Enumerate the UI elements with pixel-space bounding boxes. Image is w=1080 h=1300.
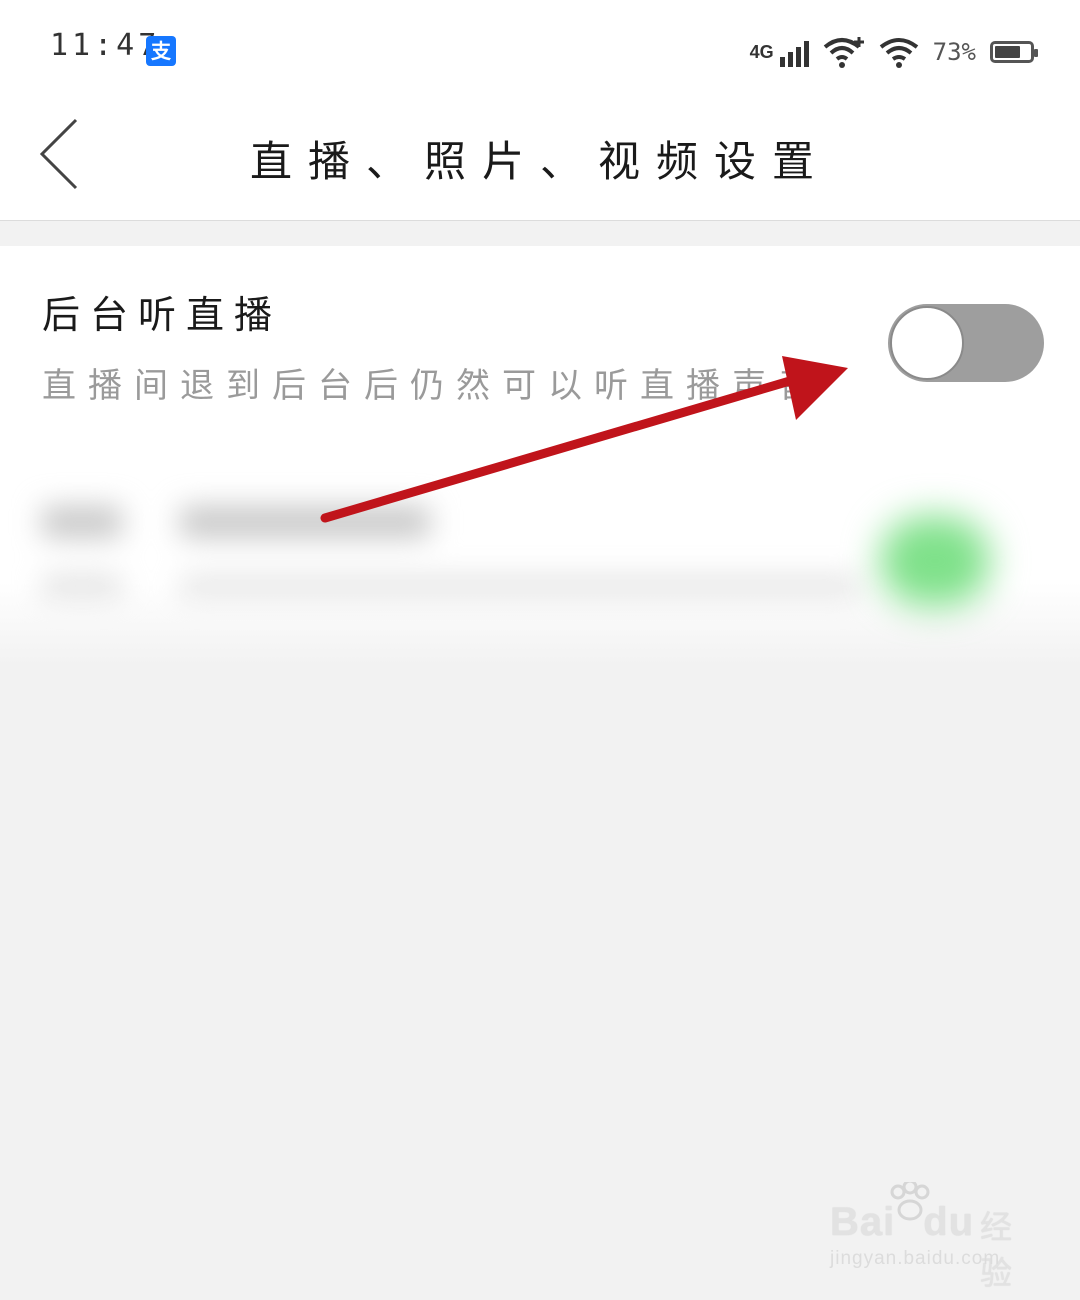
status-icons: 4G 73%: [749, 30, 1038, 74]
blurred-label-short: [42, 506, 122, 538]
baidu-jingyan-watermark: Bai du 经验 jingyan.baidu.com: [830, 1182, 1030, 1292]
page-title: 直播、照片、视频设置: [249, 137, 830, 186]
setting-row-background-listen: 后台听直播 直播间退到后台后仍然可以听直播声音: [0, 246, 1080, 426]
setting-description: 直播间退到后台后仍然可以听直播声音: [42, 366, 824, 406]
status-bar: 11:47 支 4G 73%: [0, 0, 1080, 100]
blurred-desc-long: [180, 576, 860, 596]
battery-icon: [990, 41, 1038, 63]
alipay-icon: 支: [146, 36, 176, 66]
blurred-desc-short: [42, 576, 122, 596]
wifi-plus-icon: [823, 37, 864, 68]
wifi-icon: [879, 38, 918, 68]
blurred-enabled-toggle[interactable]: [880, 516, 990, 606]
watermark-url: jingyan.baidu.com: [830, 1248, 1001, 1269]
network-type-label: 4G: [749, 41, 774, 62]
signal-icon: [779, 37, 809, 67]
toggle-knob: [890, 306, 964, 380]
setting-title: 后台听直播: [42, 293, 283, 337]
top-navigation-bar: 直播、照片、视频设置: [0, 100, 1080, 221]
watermark-brand: Bai du: [830, 1200, 975, 1244]
blurred-label-long: [180, 506, 430, 538]
background-listen-toggle[interactable]: [888, 304, 1044, 382]
status-time: 11:47: [50, 28, 161, 63]
settings-list: 后台听直播 直播间退到后台后仍然可以听直播声音: [0, 246, 1080, 666]
battery-percent: 73%: [932, 38, 976, 66]
